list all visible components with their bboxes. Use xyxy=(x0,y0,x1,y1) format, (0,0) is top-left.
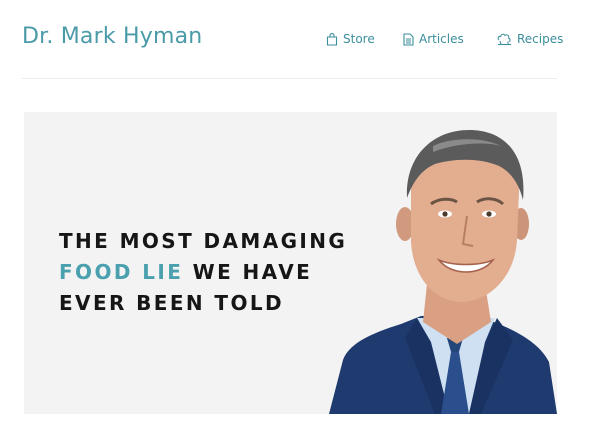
shopping-bag-icon xyxy=(326,32,338,46)
document-icon xyxy=(403,32,414,46)
headline-line-2-rest: WE HAVE xyxy=(183,260,313,284)
headline-line-3: EVER BEEN TOLD xyxy=(59,291,285,315)
headline-line-2: FOOD LIE WE HAVE xyxy=(59,257,347,288)
portrait-photo xyxy=(329,130,557,414)
nav-item-recipes[interactable]: Recipes xyxy=(497,32,563,46)
nav-label-articles: Articles xyxy=(419,32,464,46)
nav-item-store[interactable]: Store xyxy=(326,32,375,46)
nav-item-articles[interactable]: Articles xyxy=(403,32,464,46)
hero-headline: THE MOST DAMAGING FOOD LIE WE HAVE EVER … xyxy=(59,226,347,319)
site-header: Dr. Mark Hyman Store Articles Recipes xyxy=(0,0,590,80)
site-logo[interactable]: Dr. Mark Hyman xyxy=(22,24,202,49)
header-divider xyxy=(22,78,557,79)
headline-accent: FOOD LIE xyxy=(59,260,184,284)
chef-hat-icon xyxy=(497,33,512,46)
headline-line-1: THE MOST DAMAGING xyxy=(59,229,348,253)
page-bottom-area xyxy=(0,414,590,430)
nav-label-recipes: Recipes xyxy=(517,32,564,46)
nav-label-store: Store xyxy=(343,32,375,46)
hero-banner[interactable]: THE MOST DAMAGING FOOD LIE WE HAVE EVER … xyxy=(24,112,557,414)
